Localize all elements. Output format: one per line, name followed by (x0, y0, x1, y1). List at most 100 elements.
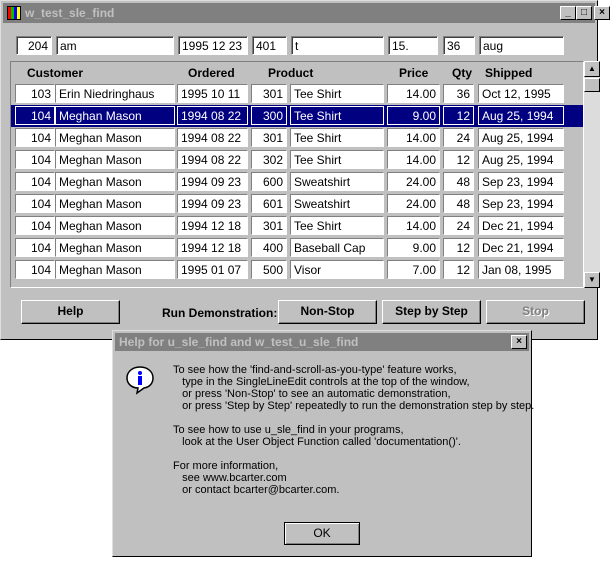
cell-product-id[interactable]: 400 (251, 238, 287, 257)
cell-shipped[interactable]: Oct 12, 1995 (478, 84, 564, 103)
cell-product-id[interactable]: 500 (251, 260, 287, 279)
cell-customer-name[interactable]: Meghan Mason (55, 260, 175, 279)
grid-scrollbar[interactable]: ▲ ▼ (584, 61, 600, 288)
cell-product-name[interactable]: Tee Shirt (290, 128, 384, 147)
cell-customer-name[interactable]: Meghan Mason (55, 106, 175, 125)
cell-customer-name[interactable]: Meghan Mason (55, 194, 175, 213)
scroll-down-button[interactable]: ▼ (584, 272, 600, 288)
cell-customer-name[interactable]: Meghan Mason (55, 216, 175, 235)
column-header-price[interactable]: Price (399, 66, 428, 80)
filter-qty[interactable]: 36 (443, 36, 475, 55)
cell-product-name[interactable]: Tee Shirt (290, 150, 384, 169)
help-button[interactable]: Help (21, 300, 120, 324)
cell-shipped[interactable]: Aug 25, 1994 (478, 106, 564, 125)
cell-qty[interactable]: 24 (443, 216, 474, 235)
cell-price[interactable]: 14.00 (387, 84, 440, 103)
cell-customer-name[interactable]: Meghan Mason (55, 150, 175, 169)
table-row[interactable]: 104 Meghan Mason 1994 12 18 400 Baseball Cap… (11, 237, 583, 259)
cell-price[interactable]: 24.00 (387, 194, 440, 213)
cell-qty[interactable]: 12 (443, 106, 474, 125)
cell-shipped[interactable]: Aug 25, 1994 (478, 128, 564, 147)
cell-qty[interactable]: 48 (443, 194, 474, 213)
cell-customer-name[interactable]: Meghan Mason (55, 238, 175, 257)
cell-shipped[interactable]: Sep 23, 1994 (478, 194, 564, 213)
cell-customer-name[interactable]: Erin Niedringhaus (55, 84, 175, 103)
filter-product-name[interactable]: t (291, 36, 384, 55)
table-row[interactable]: 104 Meghan Mason 1994 08 22 300 Tee Shirt 9.0… (11, 105, 583, 127)
cell-ordered[interactable]: 1995 10 11 (177, 84, 248, 103)
cell-customer-id[interactable]: 104 (15, 150, 55, 169)
scroll-up-button[interactable]: ▲ (584, 61, 600, 77)
cell-shipped[interactable]: Dec 21, 1994 (478, 216, 564, 235)
table-row[interactable]: 104 Meghan Mason 1994 12 18 301 Tee Shirt 14.… (11, 215, 583, 237)
cell-qty[interactable]: 48 (443, 172, 474, 191)
cell-price[interactable]: 9.00 (387, 106, 440, 125)
dialog-title-bar[interactable]: Help for u_sle_find and w_test_u_sle_fin… (115, 333, 529, 351)
cell-qty[interactable]: 24 (443, 128, 474, 147)
table-row[interactable]: 104 Meghan Mason 1994 08 22 301 Tee Shirt 14.… (11, 127, 583, 149)
cell-qty[interactable]: 12 (443, 260, 474, 279)
cell-ordered[interactable]: 1994 12 18 (177, 216, 248, 235)
cell-customer-id[interactable]: 103 (15, 84, 55, 103)
cell-product-id[interactable]: 301 (251, 84, 287, 103)
cell-customer-name[interactable]: Meghan Mason (55, 172, 175, 191)
cell-product-id[interactable]: 600 (251, 172, 287, 191)
cell-shipped[interactable]: Dec 21, 1994 (478, 238, 564, 257)
dialog-close-button[interactable]: × (511, 335, 527, 349)
cell-ordered[interactable]: 1994 08 22 (177, 128, 248, 147)
scroll-thumb[interactable] (584, 78, 600, 92)
cell-price[interactable]: 7.00 (387, 260, 440, 279)
table-row[interactable]: 104 Meghan Mason 1994 09 23 601 Sweatshirt 24… (11, 193, 583, 215)
table-row[interactable]: 104 Meghan Mason 1994 08 22 302 Tee Shirt 14.… (11, 149, 583, 171)
filter-customer-id[interactable]: 204 (16, 36, 52, 55)
cell-product-id[interactable]: 300 (251, 106, 287, 125)
cell-customer-id[interactable]: 104 (15, 194, 55, 213)
maximize-button[interactable]: □ (576, 6, 592, 20)
cell-product-id[interactable]: 301 (251, 216, 287, 235)
cell-price[interactable]: 14.00 (387, 128, 440, 147)
cell-price[interactable]: 14.00 (387, 216, 440, 235)
cell-product-name[interactable]: Baseball Cap (290, 238, 384, 257)
cell-price[interactable]: 14.00 (387, 150, 440, 169)
cell-shipped[interactable]: Sep 23, 1994 (478, 172, 564, 191)
title-bar[interactable]: w_test_sle_find _ □ × (3, 3, 610, 23)
cell-product-name[interactable]: Tee Shirt (290, 84, 384, 103)
column-header-shipped[interactable]: Shipped (485, 66, 532, 80)
cell-customer-name[interactable]: Meghan Mason (55, 128, 175, 147)
orders-grid[interactable]: Customer Ordered Product Price Qty Shipp… (10, 61, 584, 288)
table-row[interactable]: 103 Erin Niedringhaus 1995 10 11 301 Tee Shi… (11, 83, 583, 105)
cell-ordered[interactable]: 1994 09 23 (177, 172, 248, 191)
column-header-qty[interactable]: Qty (452, 66, 472, 80)
step-by-step-button[interactable]: Step by Step (382, 300, 481, 324)
column-header-ordered[interactable]: Ordered (188, 66, 235, 80)
cell-product-id[interactable]: 601 (251, 194, 287, 213)
filter-shipped[interactable]: aug (479, 36, 564, 55)
cell-product-name[interactable]: Sweatshirt (290, 194, 384, 213)
cell-customer-id[interactable]: 104 (15, 238, 55, 257)
stop-button[interactable]: Stop (486, 300, 585, 324)
cell-ordered[interactable]: 1994 12 18 (177, 238, 248, 257)
cell-shipped[interactable]: Aug 25, 1994 (478, 150, 564, 169)
close-button[interactable]: × (594, 6, 610, 20)
cell-product-name[interactable]: Sweatshirt (290, 172, 384, 191)
column-header-product[interactable]: Product (268, 66, 313, 80)
column-header-customer[interactable]: Customer (27, 66, 83, 80)
table-row[interactable]: 104 Meghan Mason 1995 01 07 500 Visor 7.00 12 J… (11, 259, 583, 281)
cell-price[interactable]: 9.00 (387, 238, 440, 257)
cell-product-name[interactable]: Tee Shirt (290, 106, 384, 125)
ok-button[interactable]: OK (284, 522, 360, 545)
filter-ordered[interactable]: 1995 12 23 (178, 36, 248, 55)
cell-ordered[interactable]: 1994 08 22 (177, 150, 248, 169)
cell-ordered[interactable]: 1994 09 23 (177, 194, 248, 213)
cell-shipped[interactable]: Jan 08, 1995 (478, 260, 564, 279)
cell-customer-id[interactable]: 104 (15, 216, 55, 235)
filter-price[interactable]: 15. (388, 36, 438, 55)
filter-product-id[interactable]: 401 (252, 36, 287, 55)
filter-customer-name[interactable]: am (56, 36, 174, 55)
cell-price[interactable]: 24.00 (387, 172, 440, 191)
cell-qty[interactable]: 12 (443, 238, 474, 257)
minimize-button[interactable]: _ (560, 6, 576, 20)
cell-customer-id[interactable]: 104 (15, 106, 55, 125)
cell-product-id[interactable]: 301 (251, 128, 287, 147)
cell-qty[interactable]: 12 (443, 150, 474, 169)
